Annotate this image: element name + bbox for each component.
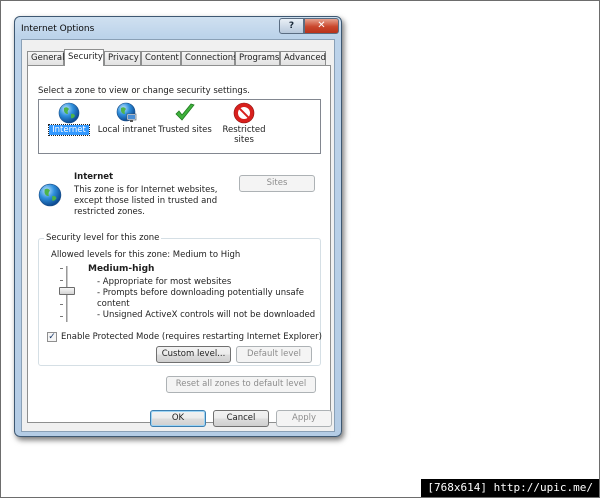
tab-privacy[interactable]: Privacy [104,51,141,65]
zone-label-restricted-line2: sites [234,135,254,145]
security-level-group-title: Security level for this zone [44,233,162,243]
tab-general[interactable]: General [27,51,65,65]
security-tab-panel: Select a zone to view or change security… [27,65,331,423]
no-entry-icon [233,102,255,124]
cancel-button[interactable]: Cancel [213,410,269,427]
level-point-3: - Unsigned ActiveX controls will not be … [97,310,316,320]
slider-tick [60,268,63,269]
tab-programs[interactable]: Programs [235,51,280,65]
tab-connections[interactable]: Connections [181,51,238,65]
zone-label-restricted-line1: Restricted [222,125,266,135]
globe-icon [58,102,80,124]
selected-zone-desc-line3: restricted zones. [74,207,145,217]
zone-prompt: Select a zone to view or change security… [38,86,250,96]
level-point-1: - Appropriate for most websites [97,277,232,287]
allowed-levels-text: Allowed levels for this zone: Medium to … [51,250,241,260]
image-host-footer: [768x614] http://upic.me/ [421,479,599,497]
close-button[interactable]: ✕ [304,18,339,34]
tab-security[interactable]: Security [64,49,104,66]
security-slider-thumb[interactable] [59,287,75,295]
title-bar[interactable]: Internet Options ? ✕ [15,17,341,41]
zone-trusted-sites[interactable]: Trusted sites [157,102,213,135]
level-point-2: - Prompts before downloading potentially… [97,288,304,298]
security-level-group: Security level for this zone Allowed lev… [38,233,322,366]
selected-zone-desc-line1: This zone is for Internet websites, [74,185,218,195]
zone-label-trusted-sites: Trusted sites [158,125,212,135]
level-point-2-cont: content [97,299,130,309]
custom-level-button[interactable]: Custom level... [156,346,231,363]
slider-tick [60,280,63,281]
selected-zone-globe-icon [38,183,62,207]
zone-label-internet: Internet [48,124,90,136]
intranet-globe-icon [116,102,137,122]
window-title: Internet Options [21,24,95,34]
security-level-name: Medium-high [88,264,155,274]
protected-mode-label[interactable]: Enable Protected Mode (requires restarti… [61,332,322,342]
default-level-button[interactable]: Default level [236,346,312,363]
help-button[interactable]: ? [279,18,304,34]
reset-all-zones-button[interactable]: Reset all zones to default level [166,376,316,393]
apply-button[interactable]: Apply [276,410,332,427]
internet-options-dialog: Internet Options ? ✕ General Security Pr… [14,16,342,437]
dialog-client-area: General Security Privacy Content Connect… [21,39,335,432]
slider-tick [60,316,63,317]
tab-advanced[interactable]: Advanced [280,51,326,65]
sites-button[interactable]: Sites [239,175,315,192]
tab-content[interactable]: Content [141,51,181,65]
ok-button[interactable]: OK [150,410,206,427]
slider-tick [60,304,63,305]
selected-zone-desc-line2: except those listed in trusted and [74,196,218,206]
protected-mode-checkbox[interactable]: ✓ [47,332,57,342]
zone-local-intranet[interactable]: Local intranet [97,102,157,135]
zone-restricted-sites[interactable]: Restricted sites [219,102,269,145]
zone-internet[interactable]: Internet [48,102,90,136]
selected-zone-name: Internet [74,172,114,182]
zone-label-local-intranet: Local intranet [97,125,157,135]
zone-list: Internet Local intranet Trusted sites Re… [38,99,321,154]
checkmark-icon [175,103,195,121]
